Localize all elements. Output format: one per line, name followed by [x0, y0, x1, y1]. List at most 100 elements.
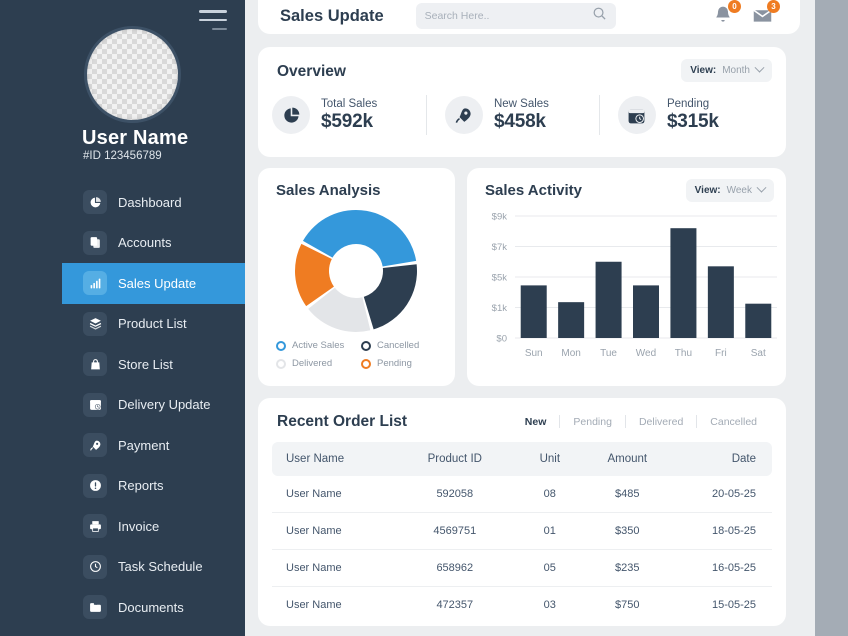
- cell-user: User Name: [286, 599, 342, 611]
- sidebar-item-task-schedule[interactable]: Task Schedule: [62, 547, 245, 588]
- search-icon[interactable]: [592, 6, 607, 26]
- cell-unit: 01: [514, 512, 585, 550]
- bar-tue: [595, 261, 622, 338]
- sidebar-item-delivery-update[interactable]: Delivery Update: [62, 385, 245, 426]
- sidebar-left-rail: [0, 0, 62, 636]
- overview-view-dropdown[interactable]: View: Month: [681, 59, 772, 82]
- cell-product-id: 472357: [436, 599, 474, 611]
- sidebar-item-sales-update[interactable]: Sales Update: [62, 263, 245, 304]
- header-icons: 0 3: [713, 0, 780, 27]
- column-amount: Amount: [607, 453, 648, 465]
- documents-copy-icon: [83, 230, 107, 255]
- notification-badge: 0: [728, 0, 741, 13]
- sidebar-item-product-list[interactable]: Product List: [62, 304, 245, 345]
- cell-date: 16-05-25: [669, 549, 772, 587]
- sidebar-item-label: Store List: [118, 356, 173, 372]
- x-axis-tick-label: Fri: [715, 348, 727, 359]
- legend-label: Delivered: [292, 358, 333, 369]
- sidebar-item-dashboard[interactable]: Dashboard: [62, 182, 245, 223]
- stat-label: New Sales: [493, 97, 549, 110]
- legend-marker: [361, 340, 371, 351]
- table-row[interactable]: User Name 472357 03 $750 15-05-25: [272, 587, 772, 624]
- avatar-image: [84, 26, 181, 123]
- cell-product-id: 658962: [394, 549, 515, 587]
- layers-icon: [83, 311, 107, 336]
- search-input[interactable]: [424, 10, 592, 22]
- y-axis-tick-label: $9k: [492, 212, 508, 223]
- y-axis-tick-label: $1k: [492, 303, 508, 314]
- orders-table-body: User Name 592058 08 $485 20-05-25 User N…: [272, 476, 772, 623]
- legend-label: Cancelled: [377, 340, 420, 351]
- sidebar-item-label: Documents: [118, 599, 184, 615]
- sidebar-item-store-list[interactable]: Store List: [62, 344, 245, 385]
- sidebar-item-payment[interactable]: Payment: [62, 425, 245, 466]
- cell-unit: 05: [514, 549, 585, 587]
- x-axis-tick-label: Mon: [561, 348, 580, 359]
- cell-unit: 03: [543, 599, 556, 611]
- view-label: View:: [690, 65, 717, 76]
- bar-wed: [633, 285, 659, 338]
- calendar-clock-icon: [617, 96, 656, 134]
- tab-delivered[interactable]: Delivered: [626, 416, 696, 428]
- column-product-id: Product ID: [427, 453, 482, 465]
- sales-activity-card: Sales Activity View: Week $0 $1k $5k $7k $9k…: [467, 168, 786, 386]
- main-content: Sales Update 0 3 Overview: [245, 0, 815, 636]
- folder-icon: [83, 595, 107, 620]
- table-row[interactable]: User Name 4569751 01 $350 18-05-25: [272, 512, 772, 550]
- messages-envelope-icon[interactable]: 3: [752, 0, 780, 27]
- printer-icon: [83, 514, 107, 539]
- sidebar-item-invoice[interactable]: Invoice: [62, 506, 245, 547]
- legend-item-pending: Pending: [361, 358, 446, 369]
- avatar[interactable]: [84, 26, 181, 123]
- table-row[interactable]: User Name 658962 05 $235 16-05-25: [272, 549, 772, 587]
- cell-amount: $485: [584, 476, 670, 513]
- sales-analysis-donut-chart: [266, 206, 446, 336]
- table-row[interactable]: User Name 592058 08 $485 20-05-25: [272, 476, 772, 513]
- x-axis-tick-label: Thu: [675, 348, 692, 359]
- legend-item-delivered: Delivered: [276, 358, 361, 369]
- dashboard-app: User Name #ID 123456789 Dashboard Accoun…: [0, 0, 848, 636]
- cell-amount: $750: [615, 599, 640, 611]
- sales-analysis-card: Sales Analysis Active Sales Cancelled De…: [258, 168, 455, 386]
- exclamation-circle-icon: [83, 473, 107, 498]
- sidebar-item-documents[interactable]: Documents: [62, 587, 245, 628]
- search-box[interactable]: [415, 3, 616, 29]
- sidebar-item-label: Task Schedule: [118, 559, 203, 575]
- chevron-down-icon: [754, 62, 765, 73]
- page-scrollbar-band[interactable]: [815, 0, 848, 636]
- sidebar-item-accounts[interactable]: Accounts: [62, 223, 245, 264]
- stat-label: Total Sales: [321, 97, 378, 110]
- recent-order-list-title: Recent Order List: [277, 413, 408, 430]
- calendar-clock-icon: [83, 392, 107, 417]
- sidebar-item-reports[interactable]: Reports: [62, 466, 245, 507]
- notifications-bell-icon[interactable]: 0: [713, 0, 741, 27]
- tab-cancelled[interactable]: Cancelled: [697, 416, 770, 428]
- cell-date: 18-05-25: [669, 512, 772, 550]
- donut-svg: [295, 210, 417, 332]
- stat-total-sales: Total Sales $592k: [272, 96, 426, 134]
- recent-order-list-card: Recent Order List New Pending Delivered …: [258, 398, 786, 626]
- legend-marker: [276, 340, 286, 351]
- hamburger-menu-icon[interactable]: [199, 10, 227, 30]
- sidebar-item-label: Payment: [118, 437, 170, 453]
- stat-new-sales: New Sales $458k: [444, 96, 599, 134]
- bar-sun: [520, 285, 547, 338]
- view-label: View:: [694, 185, 721, 196]
- divider: [426, 95, 427, 135]
- view-value: Month: [722, 65, 750, 76]
- message-badge: 3: [767, 0, 780, 13]
- sidebar: User Name #ID 123456789 Dashboard Accoun…: [62, 0, 245, 636]
- activity-view-dropdown[interactable]: View: Week: [685, 179, 774, 202]
- tab-pending[interactable]: Pending: [560, 416, 625, 428]
- cell-date: 20-05-25: [669, 476, 772, 513]
- tab-new[interactable]: New: [512, 416, 560, 428]
- cell-product-id: 592058: [394, 476, 515, 513]
- sidebar-item-label: Invoice: [118, 518, 160, 534]
- sidebar-item-support[interactable]: Support: [62, 628, 245, 636]
- cell-user: User Name: [272, 476, 395, 513]
- sales-activity-bar-chart: $0 $1k $5k $7k $9k Sun Mon Tue Wed Thu Fri Sat: [467, 208, 786, 383]
- sales-analysis-title: Sales Analysis: [276, 182, 381, 199]
- page-title: Sales Update: [280, 6, 384, 25]
- pie-chart-icon: [272, 96, 310, 134]
- sidebar-item-label: Dashboard: [118, 194, 182, 210]
